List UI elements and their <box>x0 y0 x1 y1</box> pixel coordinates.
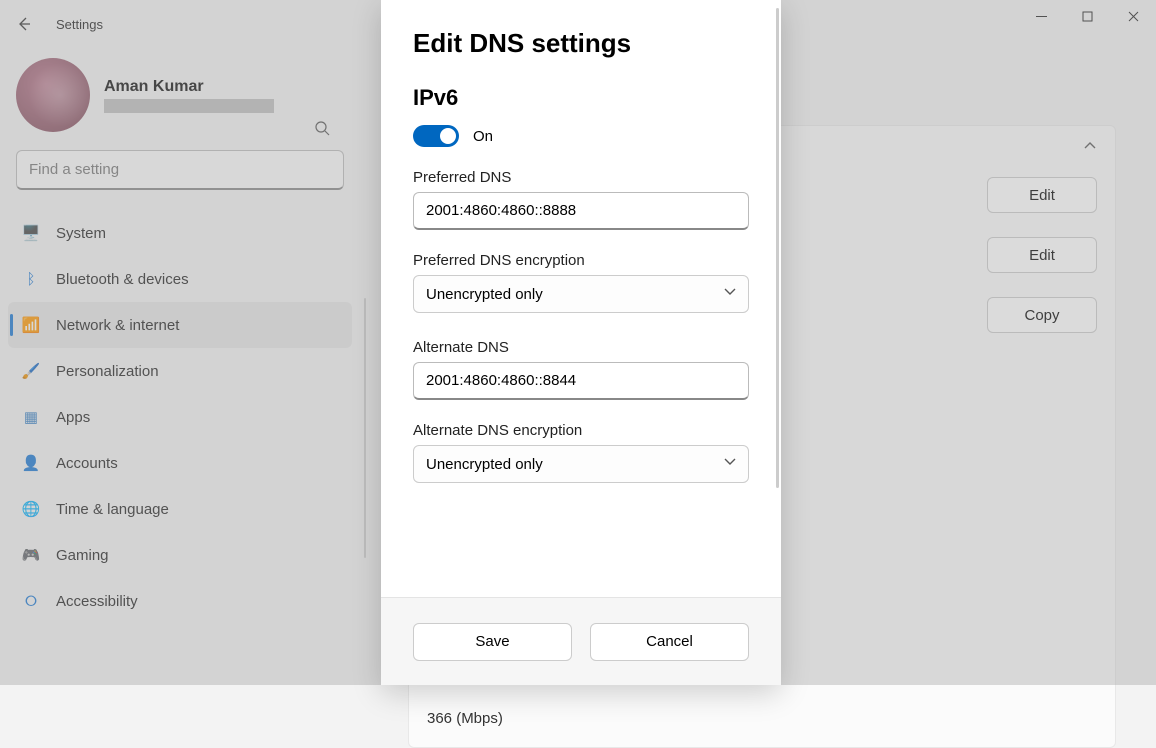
dialog-section-heading: IPv6 <box>413 85 749 111</box>
alternate-enc-select[interactable] <box>413 445 749 483</box>
edit-dns-dialog: Edit DNS settings IPv6 On Preferred DNS … <box>381 0 781 685</box>
alternate-dns-label: Alternate DNS <box>413 339 749 356</box>
preferred-dns-label: Preferred DNS <box>413 169 749 186</box>
dialog-title: Edit DNS settings <box>413 28 749 59</box>
ipv6-toggle[interactable] <box>413 125 459 147</box>
preferred-enc-select[interactable] <box>413 275 749 313</box>
adapter-info-line: 366 (Mbps) <box>427 703 1097 735</box>
cancel-button[interactable]: Cancel <box>590 623 749 661</box>
dialog-scrollbar[interactable] <box>776 8 779 488</box>
preferred-dns-input[interactable] <box>413 192 749 230</box>
save-button[interactable]: Save <box>413 623 572 661</box>
alternate-dns-input[interactable] <box>413 362 749 400</box>
alternate-enc-label: Alternate DNS encryption <box>413 422 749 439</box>
dialog-footer: Save Cancel <box>381 597 781 685</box>
ipv6-toggle-label: On <box>473 128 493 145</box>
preferred-enc-label: Preferred DNS encryption <box>413 252 749 269</box>
